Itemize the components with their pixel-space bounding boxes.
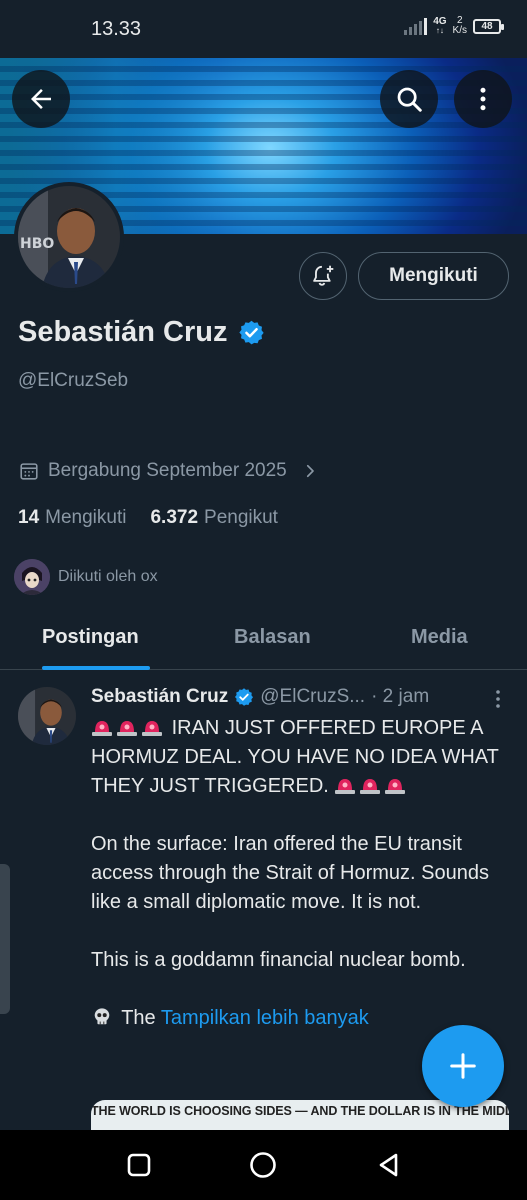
status-time: 13.33 [91, 18, 142, 40]
following-count-link[interactable]: 14 Mengikuti [18, 507, 126, 529]
active-tab-indicator [42, 666, 150, 670]
back-nav-button[interactable] [375, 1151, 403, 1179]
data-arrows-icon: ↑↓ [435, 26, 444, 35]
app-root: { "status_bar": { "time": "13.33", "netw… [0, 0, 527, 1200]
profile-handle: @ElCruzSeb [18, 370, 129, 391]
siren-icon [335, 779, 356, 794]
network-indicator: 4G ↑↓ [433, 17, 446, 35]
edge-panel-handle[interactable] [0, 864, 10, 1014]
following-button[interactable]: Mengikuti [358, 252, 509, 300]
arrow-left-icon [31, 89, 51, 109]
followers-count: 6.372 [150, 507, 199, 528]
follow-counts: 14 Mengikuti 6.372 Pengikut [18, 507, 278, 529]
media-caption: THE WORLD IS CHOOSING SIDES — AND THE DO… [91, 1104, 509, 1118]
followed-by-row[interactable]: Diikuti oleh ox [14, 559, 158, 595]
display-name: Sebastián Cruz [18, 316, 228, 348]
speed-indicator: 2 K/s [453, 16, 467, 36]
verified-badge-icon [235, 688, 254, 706]
more-vertical-icon [496, 690, 500, 708]
profile-tabs: Postingan Balasan Media [0, 610, 527, 670]
search-button[interactable] [380, 70, 438, 128]
tab-replies[interactable]: Balasan [234, 626, 311, 649]
joined-date: Bergabung September 2025 [48, 460, 287, 481]
tweet-paragraph-1: IRAN JUST OFFERED EUROPE A HORMUZ DEAL. … [91, 714, 511, 801]
tab-media[interactable]: Media [411, 626, 468, 649]
tweet-para4-prefix: The [121, 1007, 156, 1029]
followers-label: Pengikut [204, 507, 278, 528]
siren-icon [142, 721, 162, 736]
siren-icon [92, 721, 112, 736]
status-icons: 4G ↑↓ 2 K/s 48 [404, 16, 504, 36]
follower-avatar [14, 559, 50, 595]
profile-avatar[interactable]: HBO [14, 182, 124, 292]
following-label: Mengikuti [45, 507, 127, 528]
joined-date-row[interactable]: Bergabung September 2025 [18, 460, 319, 482]
plus-icon [450, 1053, 476, 1079]
bell-plus-icon [313, 265, 334, 286]
tweet-paragraph-2: On the surface: Iran offered the EU tran… [91, 833, 489, 913]
system-nav-bar [0, 1130, 527, 1200]
following-count: 14 [18, 507, 40, 528]
siren-icon [360, 779, 381, 794]
status-bar: 13.33 4G ↑↓ 2 K/s 48 [0, 0, 527, 58]
chevron-right-icon [306, 464, 314, 478]
avatar-photo: HBO [18, 186, 120, 288]
show-more-link[interactable]: Tampilkan lebih banyak [161, 1007, 369, 1029]
back-button[interactable] [12, 70, 70, 128]
tweet-avatar-photo [18, 687, 76, 745]
followed-by-text: Diikuti oleh ox [58, 568, 158, 585]
notify-button[interactable] [299, 252, 347, 300]
recents-button[interactable] [126, 1152, 152, 1178]
siren-icon [117, 721, 137, 736]
signal-icon [404, 17, 428, 35]
more-vertical-icon [480, 87, 486, 111]
tweet-time: · 2 jam [371, 686, 430, 707]
tweet-author-name[interactable]: Sebastián Cruz [91, 686, 228, 708]
follower-avatar-image [14, 559, 50, 595]
speed-unit: K/s [452, 25, 467, 36]
profile-name-row: Sebastián Cruz [18, 316, 265, 349]
tweet-more-button[interactable] [492, 688, 504, 715]
siren-icon [385, 779, 406, 794]
tab-posts[interactable]: Postingan [42, 626, 139, 649]
svg-text:HBO: HBO [20, 236, 54, 252]
followers-count-link[interactable]: 6.372 Pengikut [150, 507, 278, 529]
compose-button[interactable] [422, 1025, 504, 1107]
calendar-icon [20, 463, 38, 480]
tweet-header: Sebastián Cruz @ElCruzS... · 2 jam [91, 684, 511, 710]
search-icon [397, 87, 422, 112]
verified-badge-icon[interactable] [238, 319, 265, 346]
more-options-button[interactable] [454, 70, 512, 128]
home-button[interactable] [248, 1150, 278, 1180]
tweet-paragraph-3: This is a goddamn financial nuclear bomb… [91, 949, 466, 971]
tweet-author-avatar[interactable] [18, 687, 76, 745]
tweet-body[interactable]: IRAN JUST OFFERED EUROPE A HORMUZ DEAL. … [91, 714, 511, 1062]
skull-icon [94, 1008, 110, 1025]
battery-icon: 48 [473, 18, 504, 34]
tweet-author-handle[interactable]: @ElCruzS... [260, 686, 365, 708]
